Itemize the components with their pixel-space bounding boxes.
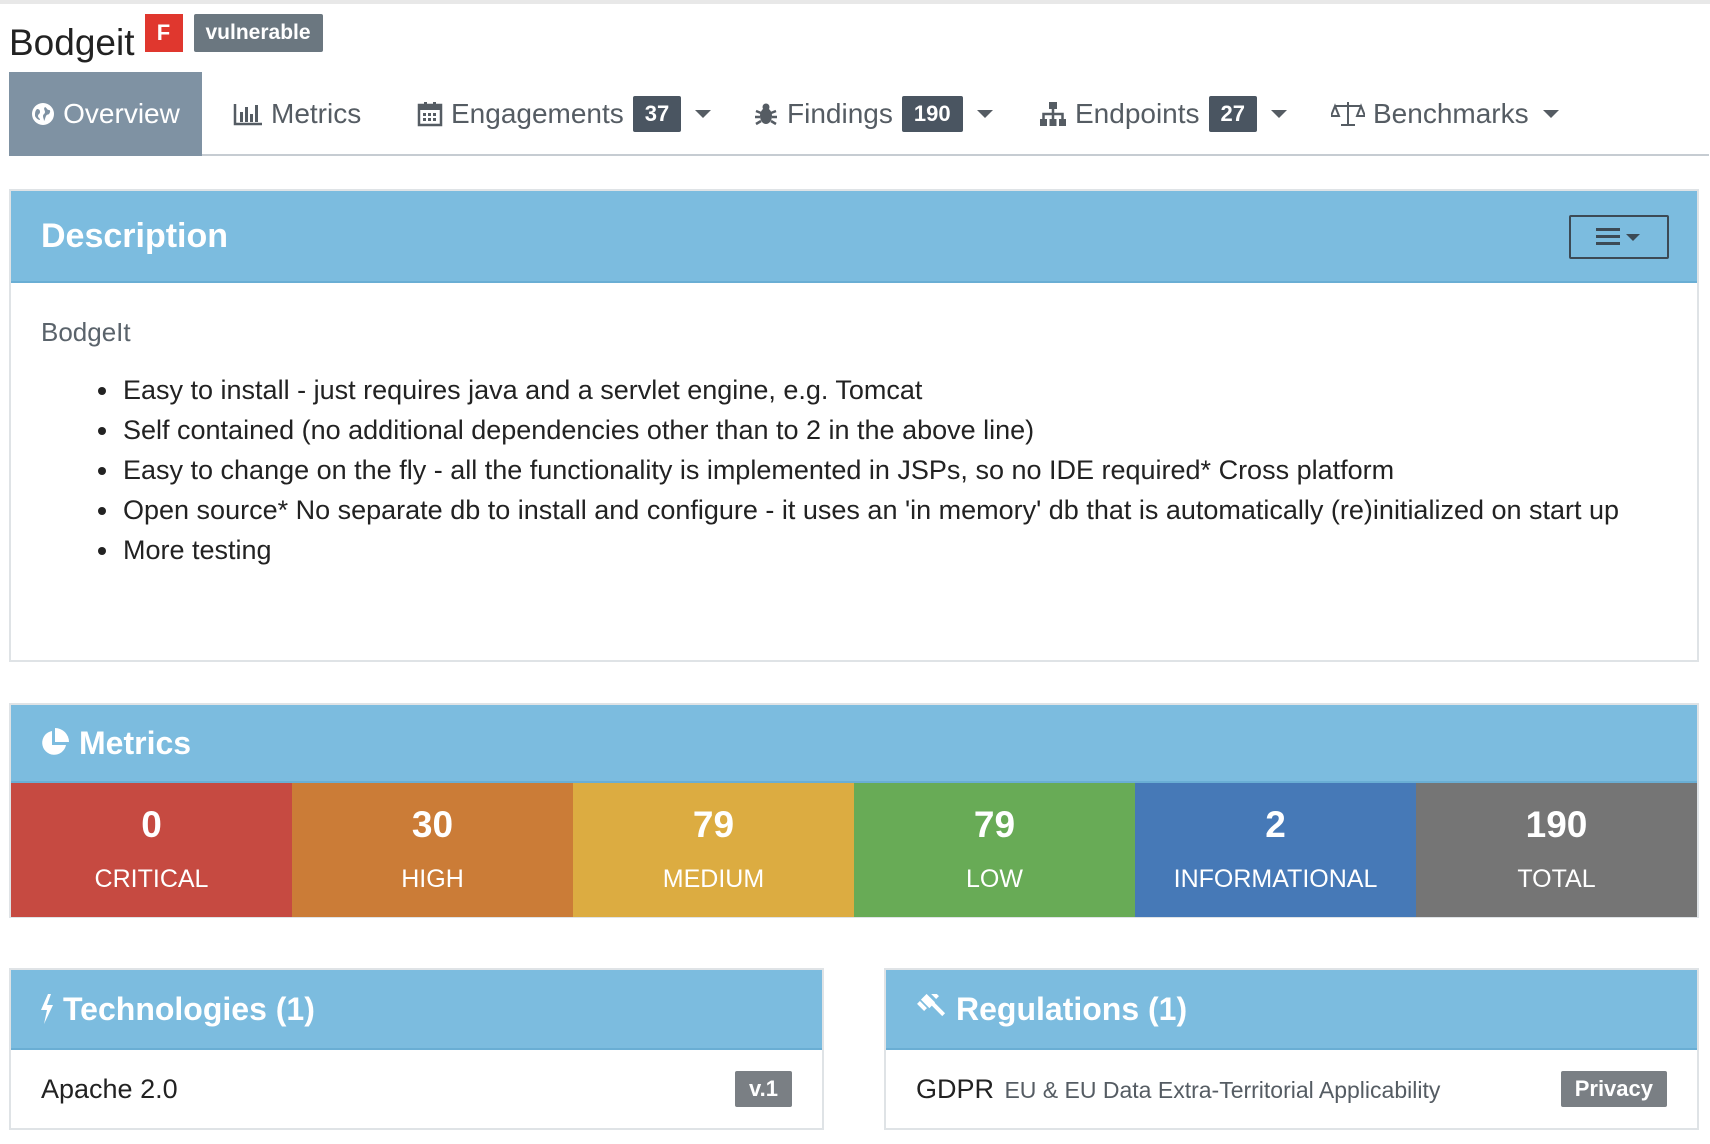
tab-label: Benchmarks (1373, 98, 1529, 129)
tab-metrics[interactable]: Metrics (233, 72, 361, 156)
balance-scale-icon (1331, 100, 1365, 128)
regulations-header: Regulations (1) (886, 970, 1697, 1050)
regulation-category-badge: Privacy (1560, 1071, 1667, 1107)
product-tag[interactable]: vulnerable (193, 14, 323, 52)
description-title: BodgeIt (41, 317, 131, 347)
description-menu-button[interactable] (1569, 215, 1669, 259)
version-badge: v.1 (735, 1071, 792, 1107)
description-list: Easy to install - just requires java and… (41, 370, 1667, 570)
tab-label: Engagements (451, 98, 624, 129)
metric-value: 190 (1525, 804, 1588, 845)
chevron-down-icon[interactable] (1271, 110, 1288, 118)
bug-icon (753, 101, 779, 127)
tab-findings[interactable]: Findings 190 (753, 72, 993, 156)
regulations-heading: Regulations (1) (956, 990, 1188, 1027)
metric-label: MEDIUM (662, 865, 765, 893)
description-body: BodgeIt Easy to install - just requires … (11, 283, 1697, 660)
description-header: Description (11, 191, 1697, 283)
product-title: Bodgeit (9, 22, 135, 63)
regulation-description: EU & EU Data Extra-Territorial Applicabi… (1004, 1076, 1441, 1103)
metric-value: 0 (141, 804, 162, 845)
metric-label: HIGH (401, 865, 464, 893)
tab-endpoints[interactable]: Endpoints 27 (1039, 72, 1288, 156)
metrics-panel: Metrics 0 CRITICAL 30 HIGH 79 MEDIUM 79 LOW … (9, 703, 1699, 918)
metric-informational[interactable]: 2 INFORMATIONAL (1135, 783, 1416, 917)
bars-icon (1596, 228, 1640, 245)
technology-row[interactable]: Apache 2.0 v.1 (11, 1050, 822, 1128)
grade-badge: F (144, 14, 183, 52)
list-item: Easy to install - just requires java and… (121, 370, 1667, 410)
technology-name: Apache 2.0 (41, 1073, 178, 1104)
metric-low[interactable]: 79 LOW (854, 783, 1135, 917)
regulation-row[interactable]: GDPR EU & EU Data Extra-Territorial Appl… (886, 1050, 1697, 1128)
description-heading: Description (41, 216, 229, 255)
tab-label: Overview (63, 98, 180, 129)
metric-label: TOTAL (1517, 865, 1596, 893)
chevron-down-icon[interactable] (976, 110, 993, 118)
product-header: Bodgeit F vulnerable (9, 14, 323, 64)
engagements-count-badge: 37 (632, 96, 682, 132)
description-panel: Description BodgeIt Easy to install - ju… (9, 189, 1699, 662)
globe-icon (31, 102, 55, 126)
tab-label: Endpoints (1075, 98, 1200, 129)
metric-total[interactable]: 190 TOTAL (1416, 783, 1697, 917)
findings-count-badge: 190 (901, 96, 963, 132)
metric-value: 79 (973, 804, 1016, 845)
technologies-header: Technologies (1) (11, 970, 822, 1050)
tab-label: Metrics (271, 98, 362, 129)
regulations-panel: Regulations (1) GDPR EU & EU Data Extra-… (884, 968, 1699, 1130)
metric-high[interactable]: 30 HIGH (292, 783, 573, 917)
pie-chart-icon (39, 728, 69, 758)
tab-overview[interactable]: Overview (9, 72, 202, 156)
list-item: Easy to change on the fly - all the func… (121, 450, 1667, 490)
list-item: Self contained (no additional dependenci… (121, 410, 1667, 450)
technologies-panel: Technologies (1) Apache 2.0 v.1 (9, 968, 824, 1130)
gavel-icon (916, 994, 948, 1024)
metric-value: 79 (692, 804, 735, 845)
metric-medium[interactable]: 79 MEDIUM (573, 783, 854, 917)
severity-metrics: 0 CRITICAL 30 HIGH 79 MEDIUM 79 LOW 2 INFORMA… (11, 783, 1697, 917)
metrics-header: Metrics (11, 705, 1697, 783)
bolt-icon (39, 994, 55, 1024)
tab-label: Findings (787, 98, 893, 129)
tab-benchmarks[interactable]: Benchmarks (1331, 72, 1559, 156)
chevron-down-icon[interactable] (695, 110, 712, 118)
endpoints-count-badge: 27 (1208, 96, 1258, 132)
product-nav: Overview Metrics Engagements 37 Findings… (9, 72, 1709, 156)
technologies-heading: Technologies (1) (63, 990, 315, 1027)
metric-critical[interactable]: 0 CRITICAL (11, 783, 292, 917)
metric-label: CRITICAL (94, 865, 209, 893)
top-border (0, 0, 1710, 4)
list-item: Open source* No separate db to install a… (121, 490, 1667, 530)
metric-label: INFORMATIONAL (1173, 865, 1378, 893)
list-item: More testing (121, 530, 1667, 570)
bar-chart-icon (233, 102, 263, 126)
metrics-heading: Metrics (79, 724, 192, 761)
sitemap-icon (1039, 101, 1067, 127)
metric-value: 30 (411, 804, 454, 845)
calendar-icon (417, 101, 443, 127)
metric-label: LOW (966, 865, 1023, 893)
metric-value: 2 (1265, 804, 1286, 845)
chevron-down-icon[interactable] (1542, 110, 1559, 118)
regulation-name: GDPR (916, 1073, 995, 1104)
tab-engagements[interactable]: Engagements 37 (417, 72, 712, 156)
